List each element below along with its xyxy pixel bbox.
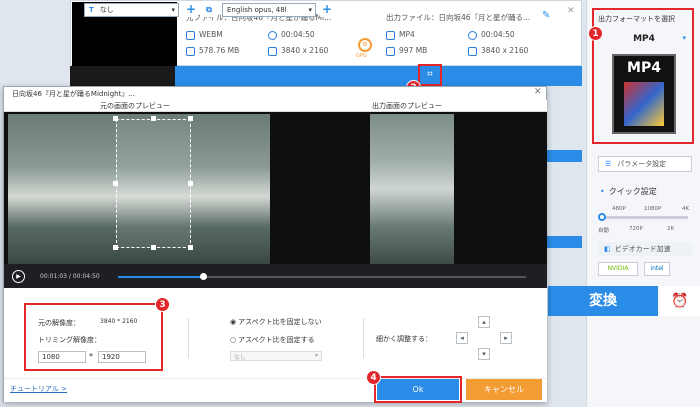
dialog-title: 日向坂46『月と星が踊るMidnight』... bbox=[12, 90, 136, 98]
tick-720p: 720P bbox=[629, 226, 643, 232]
crop-handle[interactable] bbox=[113, 181, 118, 186]
out-format: MP4 bbox=[386, 30, 415, 40]
src-size: 578.76 MB bbox=[186, 46, 239, 56]
format-title: 出力フォーマットを選択 bbox=[598, 15, 675, 23]
format-select[interactable]: MP4 ▾ bbox=[600, 34, 688, 48]
move-right-button[interactable]: ▸ bbox=[500, 332, 512, 344]
resolution-icon bbox=[468, 46, 477, 56]
crop-width-input[interactable]: 1080 bbox=[38, 351, 86, 363]
out-duration: 00:04:50 bbox=[468, 30, 515, 40]
tutorial-link[interactable]: チュートリアル > bbox=[10, 384, 67, 394]
crop-icon[interactable]: ⌗ bbox=[423, 68, 437, 82]
mp4-format-image[interactable]: MP4 bbox=[612, 54, 676, 134]
crop-rectangle[interactable] bbox=[116, 119, 191, 248]
add-audio-button[interactable]: + bbox=[320, 3, 334, 17]
gpu-accel-option[interactable]: ◧ ビデオカード加速 bbox=[598, 242, 692, 256]
file-icon bbox=[386, 30, 395, 40]
crop-handle[interactable] bbox=[113, 116, 118, 121]
output-video-frame bbox=[370, 114, 454, 264]
trim-resolution-label: トリミング解像度： bbox=[38, 336, 101, 344]
tick-auto: 自動 bbox=[598, 228, 610, 234]
nvidia-badge: NVIDIA bbox=[598, 262, 638, 276]
move-up-button[interactable]: ▴ bbox=[478, 316, 490, 328]
divider bbox=[188, 318, 189, 358]
resolution-icon bbox=[268, 46, 277, 56]
tick-480p: 480P bbox=[612, 206, 626, 212]
watermark-icon[interactable]: ♙ bbox=[474, 3, 488, 17]
original-resolution-label: 元の解像度： bbox=[38, 319, 80, 327]
crop-handle[interactable] bbox=[151, 245, 156, 250]
dialog-close-icon[interactable]: ✕ bbox=[534, 87, 542, 97]
edit-subtitle-icon[interactable]: ✎ bbox=[500, 3, 514, 17]
thumb-strip bbox=[70, 66, 175, 86]
ok-button[interactable]: Ok bbox=[377, 379, 459, 400]
move-down-button[interactable]: ▾ bbox=[478, 348, 490, 360]
time-display: 00:01:03 / 00:04:50 bbox=[40, 273, 100, 280]
convert-button[interactable]: 変換 bbox=[548, 286, 658, 316]
tick-4k: 4K bbox=[682, 206, 690, 212]
audio-track-select[interactable]: English opus, 48l ▾ bbox=[222, 3, 316, 17]
aspect-lock-radio[interactable]: ○ アスペクト比を固定する bbox=[230, 335, 315, 345]
close-row-icon[interactable]: ✕ bbox=[567, 6, 575, 16]
play-icon[interactable]: ▶ bbox=[12, 270, 25, 283]
crop-handle[interactable] bbox=[113, 245, 118, 250]
move-left-button[interactable]: ◂ bbox=[456, 332, 468, 344]
gpu-label: GPU bbox=[356, 53, 367, 59]
original-preview-label: 元の画面のプレビュー bbox=[100, 102, 170, 110]
crop-height-input[interactable]: 1920 bbox=[98, 351, 146, 363]
file-icon bbox=[186, 30, 195, 40]
rotate-icon[interactable]: ↻ bbox=[396, 3, 410, 17]
merge-icon[interactable]: ⧉ bbox=[202, 3, 216, 17]
src-resolution: 3840 x 2160 bbox=[268, 46, 328, 56]
preview-header bbox=[4, 100, 547, 112]
output-preview-label: 出力画面のプレビュー bbox=[372, 102, 442, 110]
quick-settings-label: • クイック設定 bbox=[600, 187, 657, 196]
add-subtitle-button[interactable]: + bbox=[184, 3, 198, 17]
clock-icon bbox=[268, 30, 277, 40]
fine-adjust-label: 細かく調整する： bbox=[376, 335, 432, 343]
edit-output-icon[interactable]: ✎ bbox=[542, 10, 550, 21]
alarm-clock-icon[interactable]: ⏰ bbox=[660, 286, 700, 316]
divider bbox=[363, 318, 364, 358]
original-resolution-value: 3840 * 2160 bbox=[100, 318, 138, 325]
info-icon[interactable]: ⓘ bbox=[346, 3, 360, 17]
aspect-ratio-select[interactable]: なし ▾ bbox=[230, 351, 322, 361]
tick-1080p: 1080P bbox=[644, 206, 662, 212]
step-badge-3: 3 bbox=[155, 297, 170, 312]
tick-2k: 2K bbox=[667, 226, 675, 232]
gpu-icon: ⚙ bbox=[358, 38, 372, 52]
crop-handle[interactable] bbox=[188, 116, 193, 121]
quality-slider[interactable] bbox=[600, 216, 688, 219]
folder-icon bbox=[386, 46, 395, 56]
param-settings-button[interactable]: ☰ パラメータ設定 bbox=[598, 156, 692, 172]
subtitle-select[interactable]: T なし ▾ bbox=[84, 3, 179, 17]
cut-icon[interactable]: ✂ bbox=[370, 3, 384, 17]
folder-icon bbox=[186, 46, 195, 56]
intel-badge: intel bbox=[644, 262, 670, 276]
crop-handle[interactable] bbox=[188, 181, 193, 186]
out-resolution: 3840 x 2160 bbox=[468, 46, 528, 56]
seek-bar[interactable] bbox=[118, 276, 526, 278]
list-row-strip bbox=[547, 236, 582, 248]
src-duration: 00:04:50 bbox=[268, 30, 315, 40]
crop-handle[interactable] bbox=[188, 245, 193, 250]
list-row-strip bbox=[547, 150, 582, 162]
step-badge-4: 4 bbox=[366, 370, 381, 385]
step-badge-1: 1 bbox=[588, 26, 603, 41]
aspect-unlock-radio[interactable]: ◉ アスペクト比を固定しない bbox=[230, 317, 322, 327]
effect-icon[interactable]: ✦ bbox=[449, 3, 463, 17]
dimension-separator: * bbox=[89, 352, 93, 361]
out-size: 997 MB bbox=[386, 46, 427, 56]
clock-icon bbox=[468, 30, 477, 40]
cancel-button[interactable]: キャンセル bbox=[466, 379, 542, 400]
src-format: WEBM bbox=[186, 30, 223, 40]
quality-slider-handle[interactable] bbox=[598, 213, 606, 221]
crop-handle[interactable] bbox=[151, 116, 156, 121]
